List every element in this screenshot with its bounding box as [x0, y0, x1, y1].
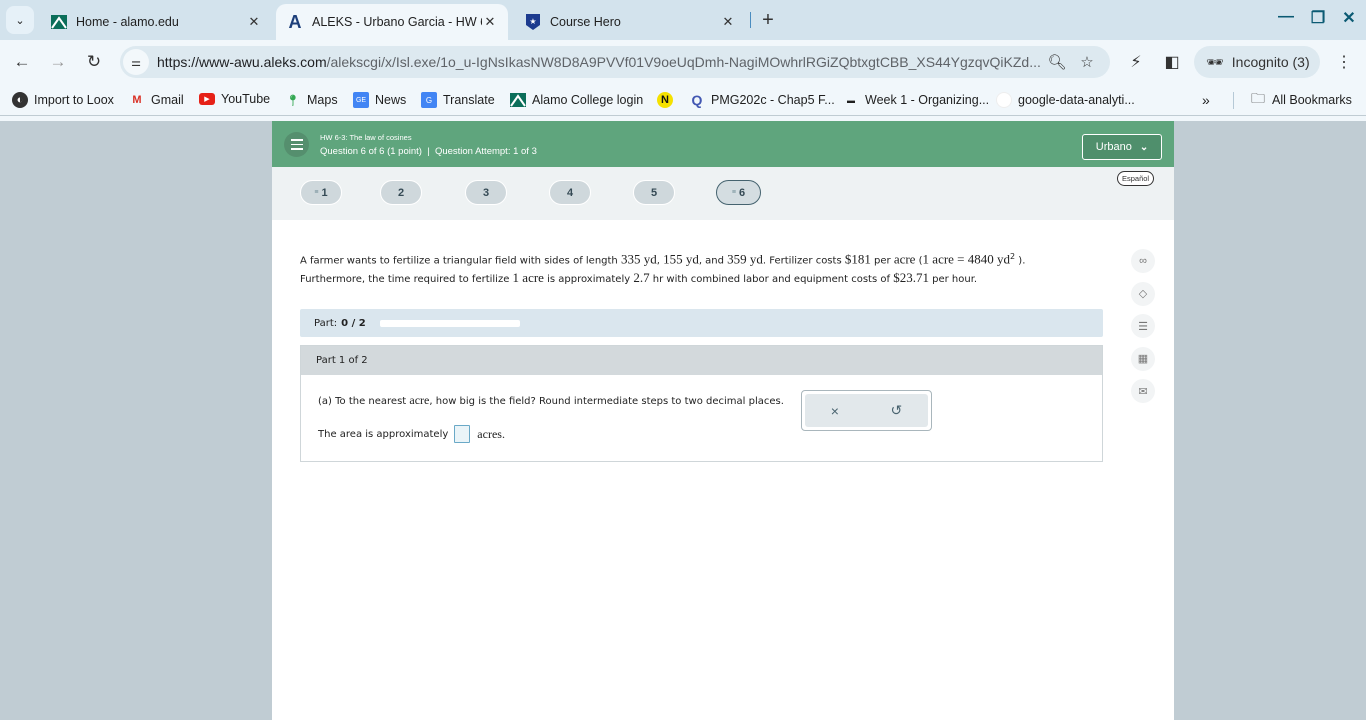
close-tab-icon[interactable]: ✕ [246, 14, 262, 30]
quizlet-icon: Q [691, 92, 703, 108]
bookmark-item[interactable]: GE News [353, 92, 406, 108]
news-icon: GE [353, 92, 369, 108]
progress-track [379, 319, 520, 327]
tab-separator [750, 12, 751, 28]
tab-title: Home - alamo.edu [76, 15, 179, 29]
tab-home-alamo[interactable]: Home - alamo.edu ✕ [40, 4, 272, 40]
aleks-icon: A [288, 11, 302, 32]
more-bookmarks-button[interactable]: » [1202, 92, 1210, 108]
glasses-icon[interactable]: ∞ [1131, 249, 1155, 273]
bookmark-item[interactable]: 📍︎ Maps [285, 92, 338, 108]
bookmark-item[interactable]: M Gmail [129, 92, 183, 108]
undo-button[interactable]: ↺ [890, 402, 902, 419]
url-text[interactable]: https://www-awu.aleks.com/alekscgi/x/Isl… [157, 54, 1042, 70]
translate-icon: G [421, 92, 437, 108]
alamo-icon [50, 13, 68, 31]
bookmark-item[interactable]: Alamo College login [510, 92, 643, 108]
doc-icon: ▬ [847, 95, 855, 105]
flag-icon: ≡ [731, 189, 736, 196]
problem-line-2: Furthermore, the time required to fertil… [300, 270, 978, 286]
close-window-button[interactable]: ✕ [1338, 8, 1360, 28]
svg-text:★: ★ [529, 17, 536, 26]
close-tab-icon[interactable]: ✕ [720, 14, 736, 30]
answer-line: The area is approximately acres. [318, 425, 505, 443]
incognito-icon: 🕶︎ [1206, 53, 1224, 70]
tab-search-button[interactable]: ⌄ [6, 6, 34, 34]
bookmark-item[interactable]: ◐ Import to Loox [12, 92, 114, 108]
problem-line-1: A farmer wants to fertilize a triangular… [300, 251, 1026, 267]
new-tab-button[interactable]: + [758, 9, 778, 32]
github-icon [996, 92, 1012, 108]
back-button[interactable]: ← [12, 52, 32, 72]
close-tab-icon[interactable]: ✕ [482, 14, 498, 30]
question-pill-1[interactable]: ≡ 1 [300, 180, 342, 205]
restore-button[interactable]: ❐ [1307, 8, 1329, 28]
user-menu-button[interactable]: Urbano ⌄ [1082, 134, 1162, 160]
tab-title: Course Hero [550, 15, 621, 29]
tab-course-hero[interactable]: ★ Course Hero ✕ [514, 4, 746, 40]
bookmark-star-icon[interactable]: ☆ [1072, 53, 1102, 71]
address-bar[interactable]: ⚌ https://www-awu.aleks.com/alekscgi/x/I… [120, 46, 1110, 78]
extension-icon[interactable]: ⚡︎ [1125, 52, 1147, 72]
reload-button[interactable]: ↻ [84, 52, 104, 72]
course-hero-icon: ★ [524, 13, 542, 31]
folder-icon: 🗀 [1251, 90, 1265, 106]
minimize-button[interactable]: — [1275, 8, 1297, 26]
area-answer-input[interactable] [454, 425, 471, 443]
mail-icon[interactable]: ✉ [1131, 379, 1155, 403]
espanol-button[interactable]: Español [1117, 171, 1155, 186]
tag-icon[interactable]: ◇ [1131, 281, 1155, 306]
tab-aleks[interactable]: A ALEKS - Urbano Garcia - HW 6-3 ✕ [276, 4, 508, 40]
gmail-icon: M [132, 94, 142, 106]
chevron-down-icon: ⌄ [15, 14, 25, 27]
menu-kebab-icon[interactable]: ⋮ [1333, 52, 1355, 72]
tab-title: ALEKS - Urbano Garcia - HW 6-3 [312, 15, 482, 29]
chevron-down-icon: ⌄ [1139, 141, 1149, 153]
bookmark-item[interactable]: Q PMG202c - Chap5 F... [689, 92, 835, 108]
part-question: (a) To the nearest acre, how big is the … [318, 393, 784, 407]
question-pill-6[interactable]: ≡ 6 [716, 180, 761, 205]
forward-button[interactable]: → [48, 52, 68, 72]
question-pill-5[interactable]: 5 [633, 180, 675, 205]
hamburger-menu-button[interactable] [284, 132, 309, 157]
bookmark-item[interactable]: N [657, 92, 679, 108]
globe-icon: ◐ [12, 92, 28, 108]
homework-title: HW 6-3: The law of cosines [320, 133, 412, 142]
question-info: Question 6 of 6 (1 point) | Question Att… [320, 146, 537, 157]
bookmarks-bar: ◐ Import to Loox M Gmail ▶ YouTube 📍︎ Maps G… [0, 85, 1366, 115]
tab-strip: ⌄ Home - alamo.edu ✕ A ALEKS - Urbano Ga… [0, 0, 1366, 40]
question-pill-3[interactable]: 3 [465, 180, 507, 205]
question-pill-2[interactable]: 2 [380, 180, 422, 205]
answer-tools: × ↺ [801, 390, 932, 431]
incognito-indicator[interactable]: 🕶︎ Incognito (3) [1194, 46, 1320, 78]
bookmark-item[interactable]: ▶ YouTube [199, 92, 270, 106]
calculator-icon[interactable]: ▦ [1131, 346, 1155, 371]
site-info-icon[interactable]: ⚌ [123, 49, 149, 75]
bookmark-item[interactable]: ▬ Week 1 - Organizing... [843, 92, 989, 108]
side-tools: ∞ ◇ ☰ ▦ ✉ [1131, 249, 1155, 412]
zoom-icon[interactable]: 🔍︎ [1042, 53, 1072, 71]
problem-statement: A farmer wants to fertilize a triangular… [300, 248, 1080, 288]
aleks-app: HW 6-3: The law of cosines Question 6 of… [272, 121, 1174, 720]
all-bookmarks-button[interactable]: 🗀 All Bookmarks [1250, 90, 1352, 108]
part-header: Part 1 of 2 [301, 346, 1102, 375]
clear-button[interactable]: × [831, 403, 839, 419]
flag-icon: ≡ [314, 189, 319, 196]
double-chevron-icon: » [1202, 92, 1210, 108]
part-panel: Part 1 of 2 (a) To the nearest acre, how… [300, 345, 1103, 462]
bookmark-item[interactable]: google-data-analyti... [996, 92, 1135, 108]
alamo-icon [510, 92, 526, 108]
bookmark-item[interactable]: G Translate [421, 92, 495, 108]
bookmarks-separator [1233, 92, 1234, 109]
question-pill-4[interactable]: 4 [549, 180, 591, 205]
browser-toolbar: ← → ↻ ⚌ https://www-awu.aleks.com/aleksc… [0, 40, 1366, 85]
youtube-icon: ▶ [199, 93, 215, 105]
part-progress-bar: Part: 0 / 2 [300, 309, 1103, 337]
notes-icon[interactable]: ☰ [1131, 314, 1155, 338]
n-icon: N [657, 92, 673, 108]
question-navigator: ≡ 1 2 3 4 5 ≡ 6 Español [272, 167, 1174, 220]
side-panel-icon[interactable]: ◧ [1161, 52, 1183, 72]
maps-icon: 📍︎ [286, 94, 300, 107]
aleks-header: HW 6-3: The law of cosines Question 6 of… [272, 121, 1174, 167]
